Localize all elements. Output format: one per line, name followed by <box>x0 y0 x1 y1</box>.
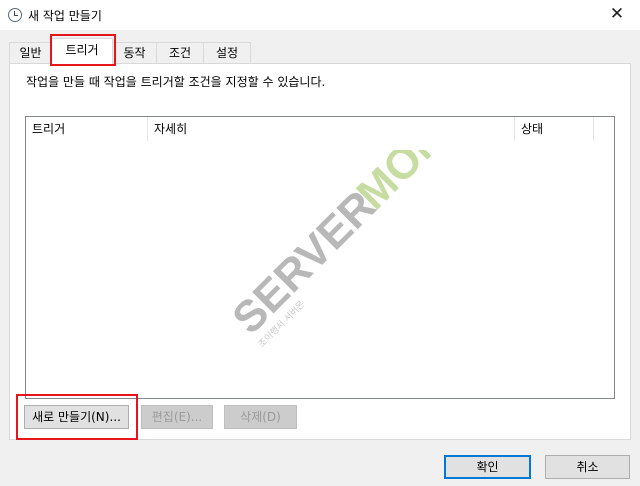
edit-trigger-button[interactable]: 편집(E)... <box>141 405 213 429</box>
column-header-status[interactable]: 상태 <box>515 117 594 141</box>
delete-trigger-button[interactable]: 삭제(D) <box>224 405 297 429</box>
clock-icon <box>8 8 22 22</box>
tab-actions[interactable]: 동작 <box>112 42 157 63</box>
new-button-highlight-box <box>16 394 138 440</box>
tab-settings[interactable]: 설정 <box>203 42 251 63</box>
tab-conditions[interactable]: 조건 <box>156 42 204 63</box>
column-header-details[interactable]: 자세히 <box>148 117 515 141</box>
column-header-trigger[interactable]: 트리거 <box>26 117 148 141</box>
window-title: 새 작업 만들기 <box>28 9 102 23</box>
tab-highlight-box <box>50 34 116 66</box>
close-button[interactable]: ✕ <box>594 0 640 30</box>
triggers-description: 작업을 만들 때 작업을 트리거할 조건을 지정할 수 있습니다. <box>26 75 326 89</box>
triggers-list[interactable]: 트리거 자세히 상태 <box>25 116 615 399</box>
tab-general[interactable]: 일반 <box>9 42 52 63</box>
ok-button[interactable]: 확인 <box>444 455 531 479</box>
cancel-button[interactable]: 취소 <box>545 455 630 479</box>
title-bar: 새 작업 만들기 ✕ <box>0 0 640 30</box>
